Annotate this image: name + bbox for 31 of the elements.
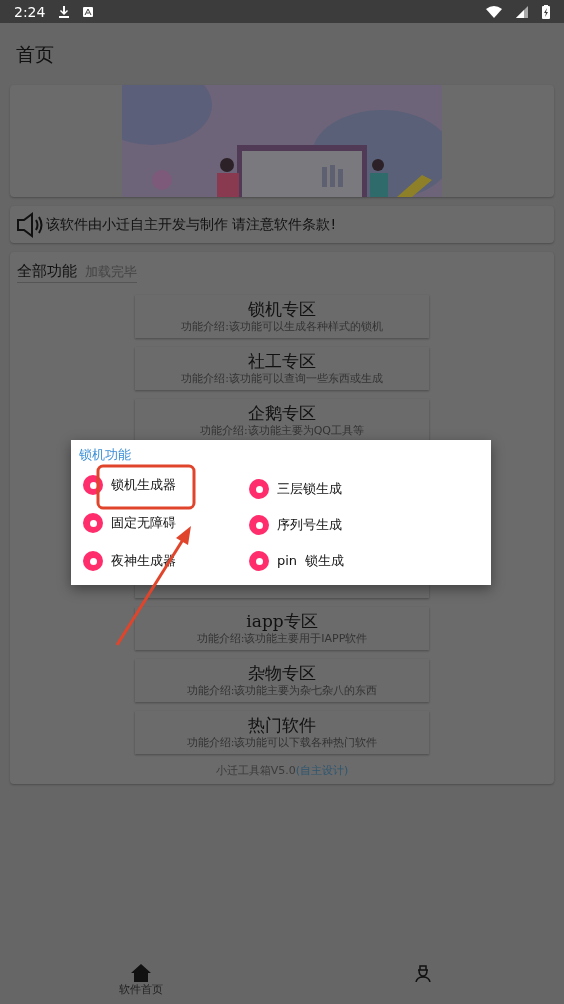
home-icon[interactable] bbox=[131, 964, 151, 982]
wifi-icon bbox=[486, 5, 502, 18]
option-label[interactable]: 序列号生成 bbox=[277, 516, 342, 534]
signal-icon bbox=[516, 5, 528, 18]
person-icon[interactable] bbox=[414, 964, 432, 982]
option-label[interactable]: 固定无障碍 bbox=[111, 514, 176, 532]
function-title: 企鹅专区 bbox=[248, 403, 316, 423]
function-title: 热门软件 bbox=[248, 715, 316, 735]
function-title: 杂物专区 bbox=[248, 663, 316, 683]
function-title: iapp专区 bbox=[246, 611, 318, 631]
option-label[interactable]: 三层锁生成 bbox=[277, 480, 342, 498]
option-label[interactable]: pin 锁生成 bbox=[277, 552, 345, 570]
option-dot-icon[interactable] bbox=[83, 513, 103, 533]
page-title: 首页 bbox=[15, 42, 55, 67]
font-icon bbox=[83, 6, 94, 17]
function-title: 社工专区 bbox=[248, 351, 316, 371]
option-label[interactable]: 锁机生成器 bbox=[111, 476, 176, 494]
download-icon bbox=[59, 5, 70, 18]
option-dot-icon[interactable] bbox=[249, 551, 269, 571]
banner-card[interactable] bbox=[10, 85, 554, 197]
function-title: 锁机专区 bbox=[248, 299, 316, 319]
dialog-title: 锁机功能 bbox=[79, 446, 132, 464]
option-dot-icon[interactable] bbox=[249, 479, 269, 499]
option-dot-icon[interactable] bbox=[83, 551, 103, 571]
option-dot-icon[interactable] bbox=[249, 515, 269, 535]
nav-label[interactable]: 软件首页 bbox=[119, 982, 163, 997]
section-title: 全部功能 bbox=[17, 262, 77, 281]
status-time: 2:24 bbox=[14, 3, 46, 20]
battery-icon bbox=[542, 4, 550, 19]
speaker-icon bbox=[16, 211, 44, 238]
notice-text: 该软件由小迁自主开发与制作 请注意软件条款! bbox=[46, 215, 337, 234]
